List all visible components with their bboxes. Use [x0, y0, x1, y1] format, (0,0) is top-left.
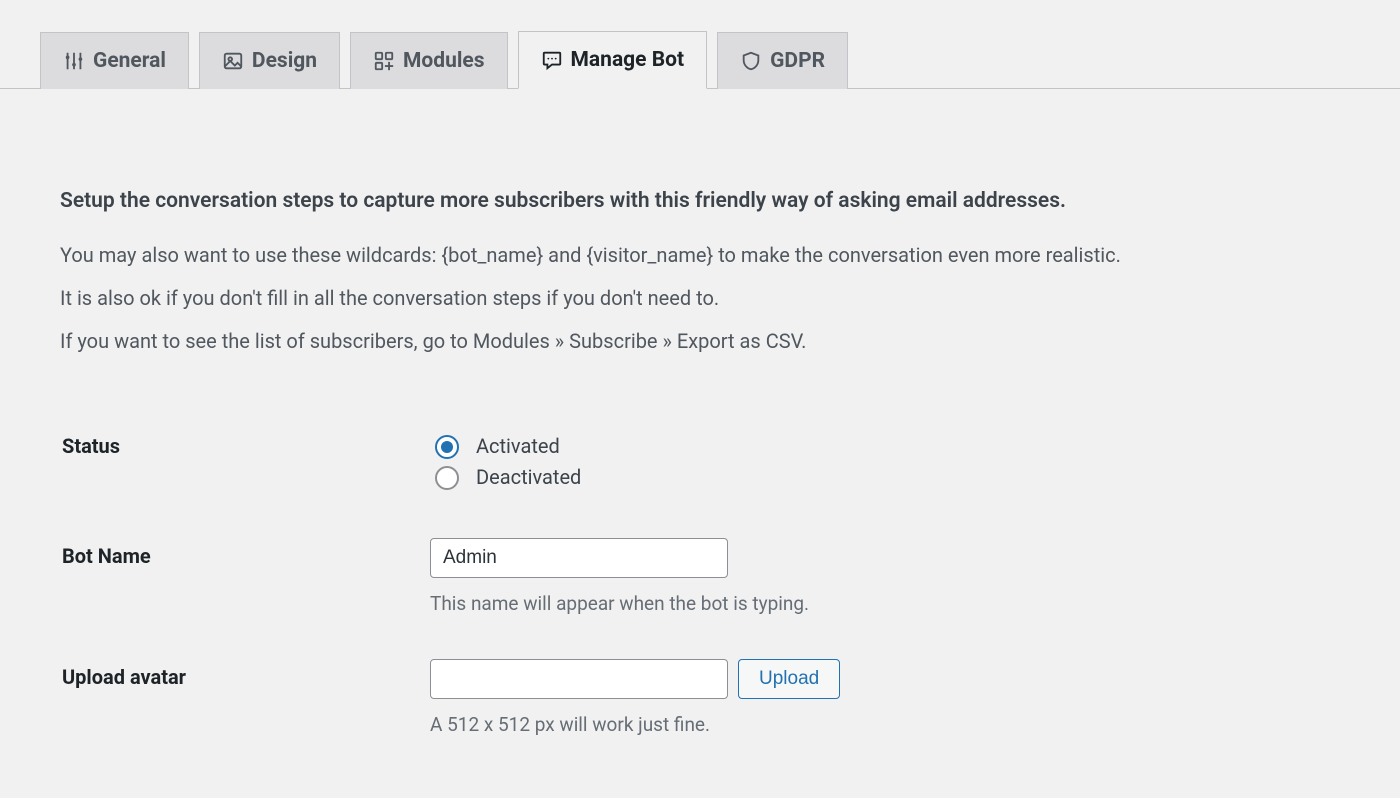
label-upload-avatar: Upload avatar: [62, 659, 430, 689]
tab-label: GDPR: [770, 49, 825, 73]
tab-gdpr[interactable]: GDPR: [717, 32, 848, 89]
tab-manage-bot[interactable]: Manage Bot: [518, 31, 708, 89]
label-status: Status: [62, 428, 430, 458]
tab-general[interactable]: General: [40, 32, 189, 89]
intro-export-hint: If you want to see the list of subscribe…: [60, 327, 1340, 356]
row-bot-name: Bot Name This name will appear when the …: [60, 516, 1340, 637]
intro-wildcards: You may also want to use these wildcards…: [60, 241, 1340, 270]
row-upload-avatar: Upload avatar Upload A 512 x 512 px will…: [60, 637, 1340, 758]
radio-deactivated-input[interactable]: [435, 466, 459, 490]
radio-option-deactivated[interactable]: Deactivated: [430, 463, 1340, 490]
tab-modules[interactable]: Modules: [350, 32, 508, 89]
avatar-description: A 512 x 512 px will work just fine.: [430, 713, 1340, 736]
row-status: Status Activated Deactivated: [60, 406, 1340, 516]
radio-activated-input[interactable]: [435, 435, 459, 459]
tab-design[interactable]: Design: [199, 32, 340, 89]
tab-label: Modules: [403, 49, 485, 73]
intro-optional-steps: It is also ok if you don't fill in all t…: [60, 284, 1340, 313]
image-icon: [222, 50, 244, 72]
radio-option-activated[interactable]: Activated: [430, 432, 1340, 459]
tab-label: Design: [252, 49, 317, 73]
upload-button[interactable]: Upload: [738, 659, 840, 699]
intro-lead: Setup the conversation steps to capture …: [60, 189, 1340, 213]
bot-name-input[interactable]: [430, 538, 728, 578]
tabs-bar: General Design Modules Manage Bot GDPR: [0, 0, 1400, 89]
bot-name-description: This name will appear when the bot is ty…: [430, 592, 1340, 615]
radio-activated-label: Activated: [476, 434, 560, 458]
tab-panel-manage-bot: Setup the conversation steps to capture …: [0, 89, 1400, 798]
tab-label: Manage Bot: [571, 48, 685, 72]
avatar-path-input[interactable]: [430, 659, 728, 699]
settings-form: Status Activated Deactivated Bot Name: [60, 406, 1340, 758]
grid-add-icon: [373, 50, 395, 72]
radio-deactivated-label: Deactivated: [476, 465, 581, 489]
tab-label: General: [93, 49, 166, 73]
sliders-icon: [63, 50, 85, 72]
chat-icon: [541, 49, 563, 71]
shield-icon: [740, 50, 762, 72]
label-bot-name: Bot Name: [62, 538, 430, 568]
